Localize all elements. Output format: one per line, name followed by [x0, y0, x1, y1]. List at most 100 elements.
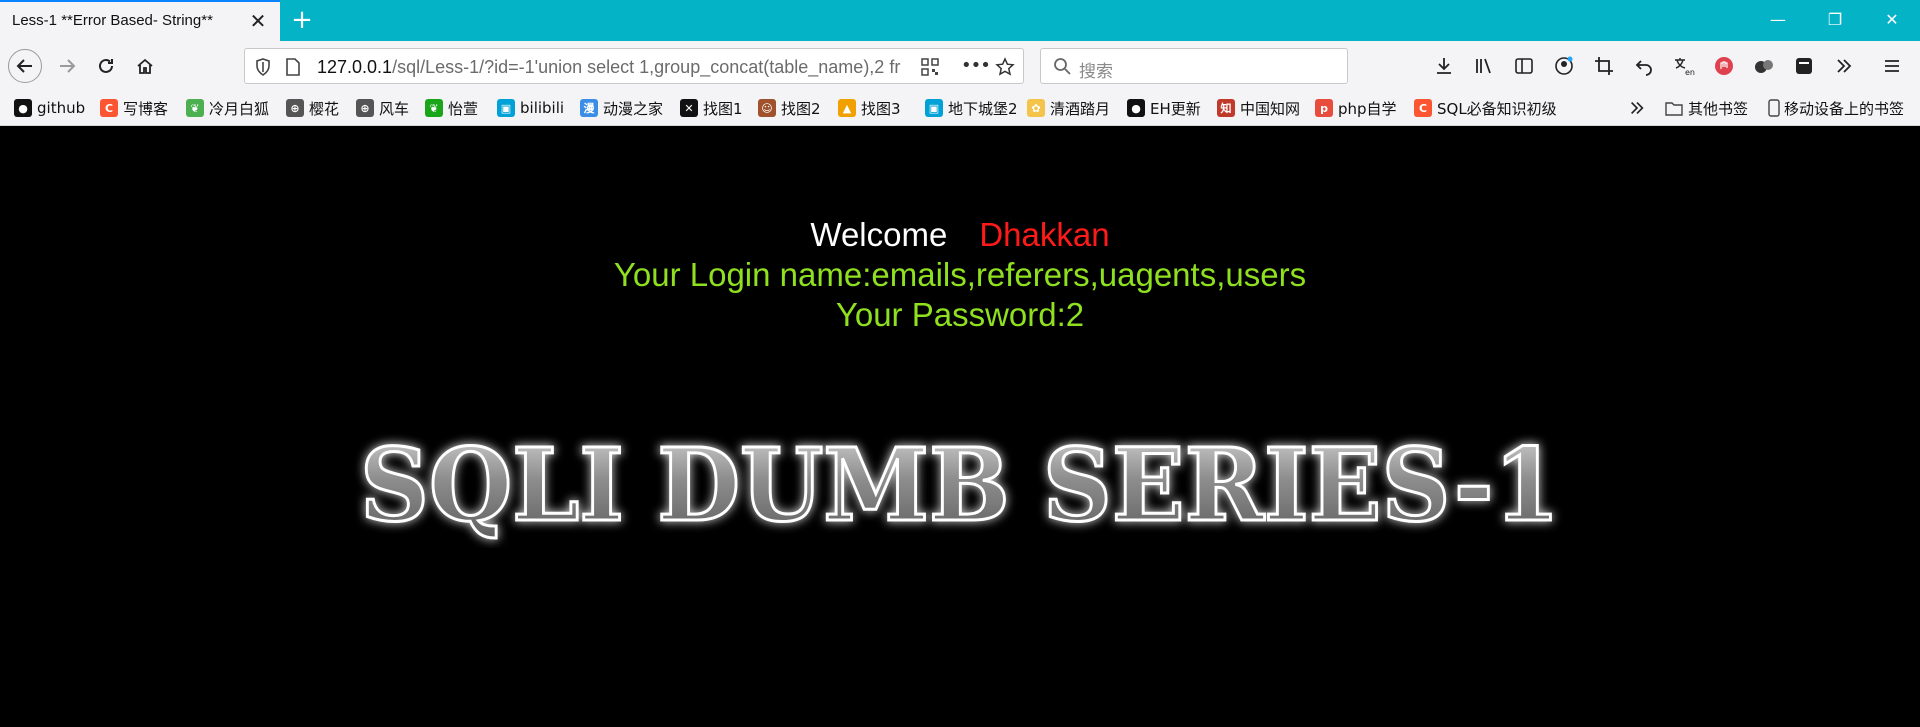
page-actions-menu[interactable]: •••: [961, 55, 991, 76]
globe-icon: ⊕: [356, 99, 374, 117]
series-banner-logo: SQLI DUMB SERIES-1: [359, 425, 1562, 546]
x-icon: ✕: [680, 99, 698, 117]
svg-text:en: en: [1685, 68, 1695, 76]
active-tab[interactable]: Less-1 **Error Based- String** ✕: [0, 0, 280, 41]
bookmark-item[interactable]: C SQL必备知识初级: [1414, 98, 1557, 118]
bookmark-label: 写博客: [123, 99, 169, 118]
bookmark-item[interactable]: ▲ 找图3: [838, 98, 901, 118]
double-chevron-icon: [1631, 102, 1644, 114]
crop-icon[interactable]: [1592, 54, 1616, 78]
dmzj-icon: 漫: [580, 99, 598, 117]
restore-button[interactable]: ❐: [1807, 0, 1863, 41]
bookmark-item[interactable]: p php自学: [1315, 98, 1397, 118]
reload-button[interactable]: [89, 49, 123, 83]
image-icon: ▲: [838, 99, 856, 117]
page-content: Welcome Dhakkan Your Login name:emails,re…: [0, 126, 1920, 727]
cnki-icon: 知: [1217, 99, 1235, 117]
search-icon: [1054, 58, 1071, 75]
welcome-line: Welcome Dhakkan: [0, 216, 1920, 254]
window-close-button[interactable]: ✕: [1864, 0, 1920, 41]
star-icon[interactable]: [995, 57, 1015, 77]
avatar-icon: ☺: [758, 99, 776, 117]
bookmark-label: 地下城堡2: [948, 99, 1018, 118]
undo-icon[interactable]: [1632, 54, 1656, 78]
bookmark-item[interactable]: ▣ bilibili: [497, 98, 564, 118]
bookmark-label: 其他书签: [1688, 99, 1749, 118]
minimize-button[interactable]: —: [1750, 0, 1806, 41]
back-button[interactable]: [8, 49, 42, 83]
qr-code-icon[interactable]: [921, 58, 939, 76]
leaf-icon: ❦: [425, 99, 443, 117]
password-result: Your Password:2: [835, 296, 1085, 333]
bookmark-mobile[interactable]: 移动设备上的书签: [1768, 98, 1904, 118]
bilibili-icon: ▣: [925, 99, 943, 117]
reload-icon: [99, 58, 113, 73]
globe-icon: ⊕: [286, 99, 304, 117]
bookmark-label: 樱花: [309, 99, 340, 118]
bookmark-item[interactable]: C 写博客: [100, 98, 168, 118]
bookmark-item[interactable]: ⊕ 樱花: [286, 98, 339, 118]
bookmark-item[interactable]: ❦ 冷月白狐: [186, 98, 269, 118]
csdn-icon: C: [100, 99, 118, 117]
home-icon: [137, 58, 153, 74]
csdn-icon: C: [1414, 99, 1432, 117]
bookmark-item[interactable]: 知中国知网: [1217, 98, 1300, 118]
adblock-icon[interactable]: [1712, 54, 1736, 78]
address-bar[interactable]: 127.0.0.1/sql/Less-1/?id=-1'union select…: [244, 48, 1024, 84]
welcome-name: Dhakkan: [979, 216, 1110, 253]
forward-button[interactable]: [50, 49, 84, 83]
bookmark-item[interactable]: ⊕ 风车: [356, 98, 409, 118]
bookmark-item[interactable]: ❦ 怡萱: [425, 98, 478, 118]
bookmark-item[interactable]: ● EH更新: [1127, 98, 1201, 118]
php-icon: p: [1315, 99, 1333, 117]
bookmark-label: 怡萱: [448, 99, 479, 118]
mobile-icon: [1768, 99, 1780, 117]
extension-balls-icon[interactable]: [1752, 54, 1776, 78]
sidebar-icon[interactable]: [1512, 54, 1536, 78]
new-tab-button[interactable]: +: [288, 6, 316, 34]
bookmark-label: 冷月白狐: [209, 99, 270, 118]
bookmarks-overflow[interactable]: [1628, 98, 1646, 118]
shield-icon[interactable]: [255, 58, 271, 76]
arrow-left-icon: [16, 59, 32, 73]
welcome-label: Welcome: [810, 216, 948, 253]
overflow-chevron-icon[interactable]: [1832, 54, 1856, 78]
bookmarks-toolbar: 其他书签 移动设备上的书签 ● github C 写博客 ❦ 冷月白狐 ⊕ 樱花 ⊕ 风车 ❦ 怡萱 ▣…: [0, 90, 1920, 126]
banner-text: SQLI DUMB SERIES-1: [360, 426, 1560, 544]
account-icon[interactable]: [1552, 54, 1576, 78]
github-icon: ●: [14, 99, 32, 117]
bookmark-label: 风车: [379, 99, 410, 118]
bookmark-label: php自学: [1338, 99, 1397, 118]
bookmark-other[interactable]: 其他书签: [1665, 98, 1748, 118]
bookmark-label: 中国知网: [1240, 99, 1301, 118]
screenshot-extension-icon[interactable]: [1792, 54, 1816, 78]
library-icon[interactable]: [1472, 54, 1496, 78]
bilibili-icon: ▣: [497, 99, 515, 117]
page-info-icon[interactable]: [285, 58, 301, 76]
bookmark-label: 清酒踏月: [1050, 99, 1111, 118]
tab-strip: Less-1 **Error Based- String** ✕ + — ❐ ✕: [0, 0, 1920, 41]
bookmark-label: 移动设备上的书签: [1784, 99, 1905, 118]
hamburger-menu-icon[interactable]: [1880, 54, 1904, 78]
bookmark-item[interactable]: ● github: [14, 98, 85, 118]
bookmark-item[interactable]: ✕ 找图1: [680, 98, 743, 118]
tab-close-icon[interactable]: ✕: [248, 11, 268, 31]
download-icon[interactable]: [1432, 54, 1456, 78]
bookmark-label: 动漫之家: [603, 99, 664, 118]
bookmark-item[interactable]: 漫动漫之家: [580, 98, 663, 118]
bookmark-item[interactable]: ✿ 清酒踏月: [1027, 98, 1110, 118]
home-button[interactable]: [128, 49, 162, 83]
bookmark-label: bilibili: [520, 99, 565, 117]
search-placeholder: 搜索: [1079, 62, 1113, 82]
url-text[interactable]: 127.0.0.1/sql/Less-1/?id=-1'union select…: [317, 57, 917, 78]
search-bar[interactable]: 搜索: [1040, 48, 1348, 84]
bookmark-item[interactable]: ☺ 找图2: [758, 98, 821, 118]
login-name-result: Your Login name:emails,referers,uagents,…: [613, 256, 1307, 293]
bookmark-item[interactable]: ▣ 地下城堡2: [925, 98, 1018, 118]
sun-icon: ✿: [1027, 99, 1045, 117]
bookmark-label: SQL必备知识初级: [1437, 99, 1557, 118]
translate-icon[interactable]: en: [1672, 54, 1696, 78]
navigation-toolbar: 127.0.0.1/sql/Less-1/?id=-1'union select…: [0, 41, 1920, 90]
bookmark-label: 找图3: [861, 99, 901, 118]
leaf-icon: ❦: [186, 99, 204, 117]
